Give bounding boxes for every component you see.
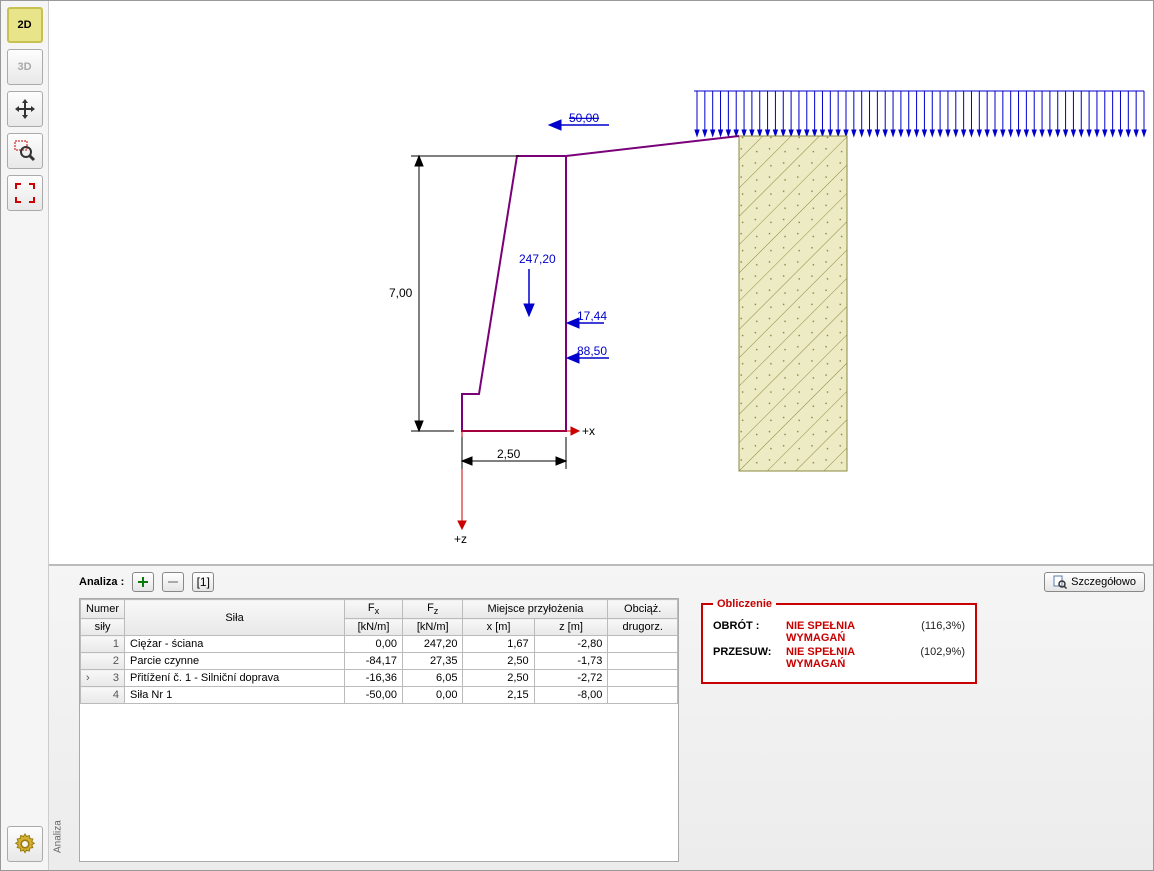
result-row: PRZESUW:NIE SPEŁNIA WYMAGAŃ(102,9%) (713, 646, 965, 670)
move-arrows-icon (14, 98, 36, 120)
force-h2-value: 88,50 (577, 344, 607, 358)
force-top-value: 50,00 (569, 111, 599, 125)
zoom-button[interactable] (7, 133, 43, 169)
detail-button[interactable]: Szczegółowo (1044, 572, 1145, 592)
dim-vertical-value: 7,00 (389, 286, 413, 300)
pan-button[interactable] (7, 91, 43, 127)
axis-x (462, 427, 579, 435)
results-box: Obliczenie OBRÓT :NIE SPEŁNIA WYMAGAŃ(11… (701, 598, 977, 684)
forces-table[interactable]: Numer Siła Fx Fz Miejsce przyłożenia Obc… (79, 598, 679, 862)
drawing-canvas[interactable]: {"x0":648,"x1":1095,"n":58,"y0":90,"y1":… (49, 1, 1153, 564)
expand-icon (14, 182, 36, 204)
axis-x-label: +x (582, 424, 595, 438)
gear-icon (13, 832, 37, 856)
panel-title: Analiza : (79, 576, 124, 588)
detail-button-label: Szczegółowo (1071, 576, 1136, 588)
tab-analiza[interactable]: Analiza (49, 809, 67, 864)
axis-z-label: +z (454, 532, 467, 546)
table-row[interactable]: 1Ciężar - ściana0,00247,201,67-2,80 (81, 636, 678, 653)
dim-horizontal-value: 2,50 (497, 447, 521, 461)
dim-vertical (411, 156, 519, 431)
table-row[interactable]: 4Siła Nr 1-50,000,002,15-8,00 (81, 687, 678, 704)
force-main-value: 247,20 (519, 252, 556, 266)
remove-analysis-button[interactable] (162, 572, 184, 592)
minus-icon (167, 576, 179, 588)
plus-icon (137, 576, 149, 588)
fit-button[interactable] (7, 175, 43, 211)
settings-button[interactable] (7, 826, 43, 862)
result-row: OBRÓT :NIE SPEŁNIA WYMAGAŃ(116,3%) (713, 620, 965, 644)
page-indicator[interactable]: [1] (192, 572, 214, 592)
table-row[interactable]: 2Parcie czynne-84,1727,352,50-1,73 (81, 653, 678, 670)
table-row[interactable]: 3Přitížení č. 1 - Silniční doprava-16,36… (81, 670, 678, 687)
results-title: Obliczenie (713, 598, 776, 610)
view-2d-button[interactable]: 2D (7, 7, 43, 43)
add-analysis-button[interactable] (132, 572, 154, 592)
force-h1-value: 17,44 (577, 309, 607, 323)
bottom-panel: Analiza Analiza : [1] Szczegółowo (49, 564, 1153, 870)
view-3d-button[interactable]: 3D (7, 49, 43, 85)
magnifier-doc-icon (1053, 575, 1067, 589)
force-main-arrow (524, 269, 534, 316)
magnifier-icon (14, 140, 36, 162)
soil-block (739, 136, 847, 471)
left-toolbar: 2D 3D (1, 1, 49, 870)
wall-outline (462, 136, 739, 431)
